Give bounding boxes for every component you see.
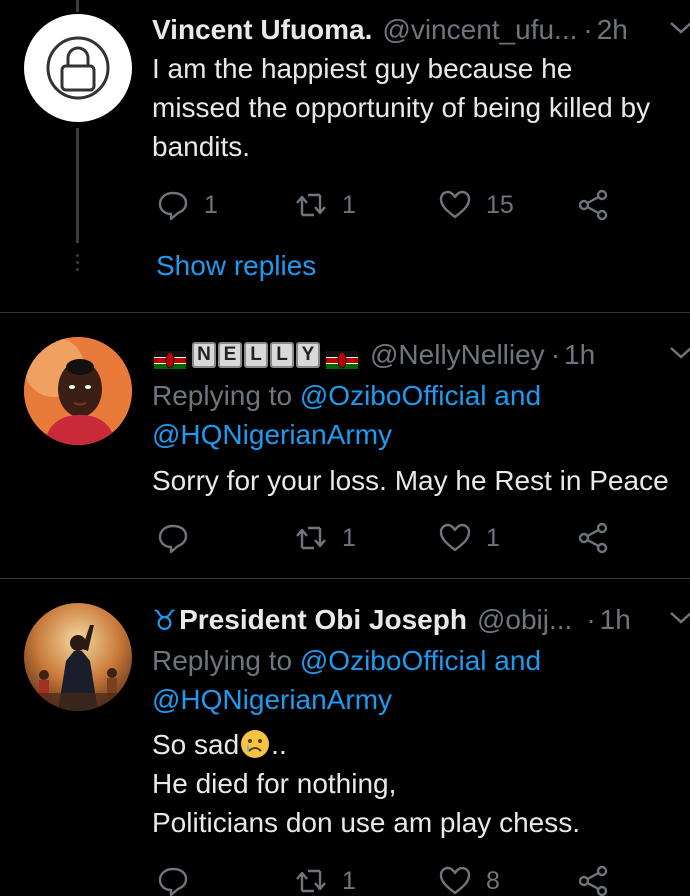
like-count: 8 [486,866,500,895]
tweet-header: N E L L Y @NellyNelliey · 1h [152,337,690,373]
display-name-letters[interactable]: N E L L Y [192,342,320,368]
tweet-time[interactable]: 2h [597,14,628,46]
tweet-text-suffix: .. [271,729,287,760]
person-photo [24,337,132,445]
tweet-text-line: Politicians don use am play chess. [152,807,580,838]
tweet-text-line: missed the opportunity of being killed b… [152,92,651,123]
tweet-text-line: I am the happiest guy because he [152,53,573,84]
tweet-vincent[interactable]: Vincent Ufuoma. @vincent_ufu... · 2h I a… [0,0,690,312]
name-letter: N [192,342,216,368]
author-handle[interactable]: @NellyNelliey [370,339,545,371]
heart-icon [439,866,471,895]
reply-button[interactable] [156,518,204,558]
reply-icon [158,524,188,554]
replying-to: Replying to @OziboOfficial and @HQNigeri… [152,376,541,454]
chevron-down-icon[interactable] [668,608,690,628]
author-handle[interactable]: @vincent_ufu... [382,14,577,46]
tweet-header: Vincent Ufuoma. @vincent_ufu... · 2h [152,12,690,48]
replying-and[interactable]: and [494,645,541,676]
like-button[interactable]: 1 [438,518,500,558]
separator: · [586,604,596,635]
tweet-text: So sad.. He died for nothing, Politician… [152,725,580,842]
tweet-nelly[interactable]: N E L L Y @NellyNelliey · 1h Replying to… [0,313,690,578]
name-letter: E [218,342,242,368]
tweet-text: I am the happiest guy because he missed … [152,49,650,166]
tweet-text: Sorry for your loss. May he Rest in Peac… [152,461,669,500]
separator: · [550,339,561,370]
thread-line-top [76,0,79,12]
reply-icon [158,867,188,896]
reply-count: 1 [204,190,218,219]
like-count: 15 [486,190,514,219]
share-icon [578,865,608,896]
tweet-time[interactable]: 1h [600,604,631,636]
avatar-nelly[interactable] [24,337,132,445]
kenya-flag-icon [326,345,358,369]
author-name[interactable]: President Obi Joseph [179,604,467,636]
tweet-text-line: He died for nothing, [152,768,397,799]
like-button[interactable]: 15 [438,185,514,225]
show-replies-link[interactable]: Show replies [156,250,316,282]
kenya-flag-icon [154,345,186,369]
retweet-count: 1 [342,866,356,895]
share-button[interactable] [576,518,610,558]
replying-and[interactable]: and [494,380,541,411]
mention-link[interactable]: @HQNigerianArmy [152,419,392,450]
heart-icon [439,523,471,552]
thread-line [76,128,79,243]
tweet-actions: 1 1 15 [152,185,690,225]
chevron-down-icon[interactable] [668,18,690,38]
mention-link[interactable]: @OziboOfficial [300,645,487,676]
avatar-vincent[interactable] [24,14,132,122]
retweet-icon [296,193,326,217]
retweet-button[interactable]: 1 [294,861,356,896]
thread-dots [76,254,79,275]
replying-prefix: Replying to [152,380,293,411]
avatar-obi-joseph[interactable] [24,603,132,711]
tweet-actions: 1 8 [152,861,690,896]
person-photo [24,603,132,711]
heart-icon [439,190,471,219]
name-letter: L [244,342,268,368]
tweet-text-line: bandits. [152,131,251,162]
retweet-button[interactable]: 1 [294,518,356,558]
name-letter: L [270,342,294,368]
mention-link[interactable]: @OziboOfficial [300,380,487,411]
tweet-text-line: Sorry for your loss. May he Rest in Peac… [152,465,669,496]
share-button[interactable] [576,861,610,896]
like-button[interactable]: 8 [438,861,500,896]
retweet-button[interactable]: 1 [294,185,356,225]
tweet-time[interactable]: 1h [564,339,595,371]
mention-link[interactable]: @HQNigerianArmy [152,684,392,715]
share-button[interactable] [576,185,610,225]
author-name[interactable]: Vincent Ufuoma. [152,14,372,46]
retweet-count: 1 [342,190,356,219]
retweet-icon [296,526,326,550]
tweet-text-line: So sad [152,729,240,760]
share-icon [578,522,608,554]
tweet-obi-joseph[interactable]: ♉ President Obi Joseph @obij... · 1h Rep… [0,579,690,896]
sad-face-emoji-icon [241,730,270,758]
like-count: 1 [486,523,500,552]
replying-prefix: Replying to [152,645,293,676]
name-letter: Y [296,342,320,368]
retweet-icon [296,869,326,893]
reply-button[interactable] [156,861,204,896]
reply-button[interactable]: 1 [156,185,218,225]
author-handle[interactable]: @obij... [477,604,572,636]
retweet-count: 1 [342,523,356,552]
chevron-down-icon[interactable] [668,343,690,363]
replying-to: Replying to @OziboOfficial and @HQNigeri… [152,641,541,719]
share-icon [578,189,608,221]
tweet-header: ♉ President Obi Joseph @obij... · 1h [152,602,690,638]
taurus-icon: ♉ [152,604,178,636]
separator: · [583,14,593,45]
tweet-actions: 1 1 [152,518,690,558]
lock-icon [46,36,110,100]
reply-icon [158,191,188,221]
